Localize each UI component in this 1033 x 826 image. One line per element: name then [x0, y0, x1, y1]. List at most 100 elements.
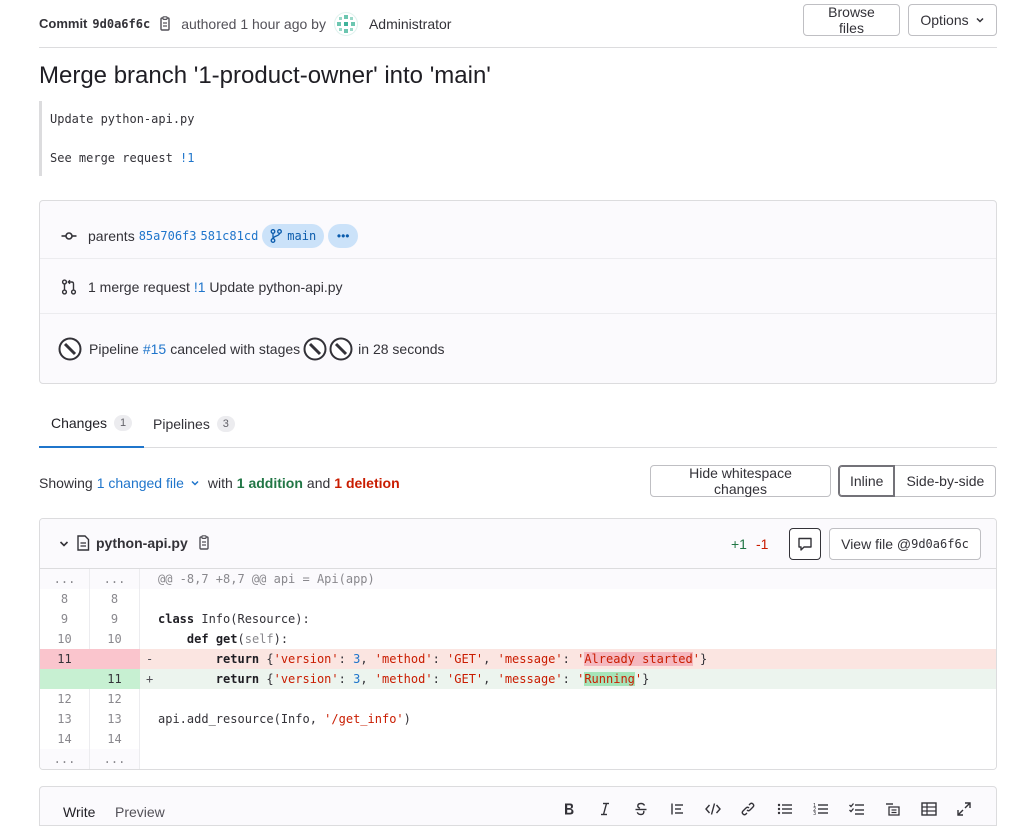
browse-files-button[interactable]: Browse files — [803, 4, 900, 36]
changed-files-dropdown[interactable]: 1 changed file — [97, 475, 200, 491]
bold-icon[interactable] — [562, 802, 576, 816]
stage-canceled-icon[interactable] — [303, 337, 327, 361]
side-by-side-button[interactable]: Side-by-side — [895, 465, 997, 497]
options-dropdown[interactable]: Options — [908, 4, 997, 36]
options-label: Options — [920, 12, 969, 28]
strikethrough-icon[interactable] — [634, 802, 648, 816]
line-number-old[interactable]: 10 — [40, 629, 90, 649]
fullscreen-icon[interactable] — [957, 802, 971, 816]
line-number-old[interactable]: 11 — [40, 649, 90, 669]
pipeline-duration: in 28 seconds — [358, 341, 445, 357]
code-line: return {'version': 3, 'method': 'GET', '… — [215, 652, 708, 666]
line-number-old[interactable]: 12 — [40, 689, 90, 709]
commit-icon — [58, 228, 80, 244]
heading-icon[interactable] — [670, 802, 684, 816]
tab-changes[interactable]: Changes 1 — [39, 400, 145, 448]
branch-pill[interactable]: main — [262, 223, 325, 248]
line-number-new[interactable]: 8 — [90, 589, 140, 609]
merge-request-link[interactable]: !1 — [180, 151, 194, 165]
parent-sha-link[interactable]: 581c81cd — [201, 229, 259, 243]
line-number-old[interactable]: 14 — [40, 729, 90, 749]
diff-hunk-header: ... ... @@ -8,7 +8,7 @@ api = Api(app) — [40, 569, 996, 589]
italic-icon[interactable] — [598, 802, 612, 816]
inline-view-button[interactable]: Inline — [838, 465, 896, 497]
branch-name: main — [287, 228, 317, 243]
chevron-down-icon[interactable] — [58, 537, 70, 553]
count-badge: 3 — [216, 416, 235, 432]
description-line: Update python-api.py — [50, 112, 195, 126]
tab-write[interactable]: Write — [63, 804, 95, 820]
line-number-new[interactable]: 12 — [90, 689, 140, 709]
chevron-down-icon — [191, 480, 199, 486]
line-number-new[interactable]: 10 — [90, 629, 140, 649]
tab-label: Pipelines — [153, 416, 210, 432]
commit-label: Commit — [39, 16, 88, 31]
merge-request-row: 1 merge request !1 Update python-api.py — [40, 260, 996, 314]
merge-request-title: Update python-api.py — [205, 278, 343, 295]
line-number-new[interactable]: ... — [90, 569, 140, 589]
collapsible-icon[interactable] — [885, 802, 901, 816]
commit-sha: 9d0a6f6c — [92, 16, 151, 31]
file-name[interactable]: python-api.py — [96, 535, 188, 551]
diff-view-toggle: Inline Side-by-side — [838, 465, 997, 497]
tab-pipelines[interactable]: Pipelines 3 — [141, 400, 247, 448]
file-deletions: -1 — [756, 536, 769, 552]
parent-sha-link[interactable]: 85a706f3 — [139, 229, 197, 243]
author-avatar[interactable] — [333, 11, 358, 36]
pipeline-status-text: canceled with stages — [170, 341, 301, 357]
comment-editor: Write Preview 123 — [39, 786, 997, 826]
view-file-button[interactable]: View file @9d0a6f6c — [829, 528, 981, 560]
deletions-count: 1 deletion — [334, 475, 400, 491]
merge-request-link[interactable]: !1 — [194, 279, 206, 295]
numbered-list-icon[interactable]: 123 — [813, 802, 829, 816]
hide-whitespace-button[interactable]: Hide whitespace changes — [650, 465, 831, 497]
line-number-new[interactable]: 13 — [90, 709, 140, 729]
diff-expand-row: ... ... — [40, 749, 996, 769]
merge-request-text: See merge request — [50, 151, 181, 165]
code-icon[interactable] — [705, 802, 721, 816]
tab-preview[interactable]: Preview — [115, 804, 165, 820]
pipeline-link[interactable]: #15 — [143, 341, 166, 357]
authored-text: authored 1 hour ago by — [181, 15, 326, 32]
line-number-new[interactable]: 11 — [90, 669, 140, 689]
diff-summary: Showing 1 changed file with 1 addition a… — [39, 475, 400, 491]
stage-canceled-icon[interactable] — [329, 337, 353, 361]
code-line: return {'version': 3, 'method': 'GET', '… — [215, 672, 650, 686]
line-number-old[interactable] — [40, 669, 90, 689]
canceled-status-icon[interactable] — [58, 337, 82, 361]
table-icon[interactable] — [921, 802, 937, 816]
line-number-old[interactable]: 9 — [40, 609, 90, 629]
task-list-icon[interactable] — [849, 802, 865, 816]
line-number-new[interactable]: ... — [90, 749, 140, 769]
line-number-old[interactable]: ... — [40, 749, 90, 769]
line-number-new[interactable] — [90, 649, 140, 669]
pipeline-row: Pipeline #15 canceled with stages in 28 … — [40, 315, 996, 383]
line-number-new[interactable]: 14 — [90, 729, 140, 749]
diff-line: 14 14 — [40, 729, 996, 749]
line-number-old[interactable]: 13 — [40, 709, 90, 729]
line-number-old[interactable]: ... — [40, 569, 90, 589]
diff-line-added: 11 + return {'version': 3, 'method': 'GE… — [40, 669, 996, 689]
parents-row: parents 85a706f3 581c81cd main ••• — [40, 213, 996, 259]
pipeline-label: Pipeline — [89, 341, 139, 357]
count-badge: 1 — [114, 415, 133, 431]
bullet-list-icon[interactable] — [777, 802, 793, 816]
with-text: with — [207, 475, 233, 491]
branch-icon — [270, 228, 283, 243]
diff-line: 12 12 — [40, 689, 996, 709]
code-line: class Info(Resource): — [158, 612, 310, 626]
copy-icon[interactable] — [197, 535, 211, 554]
line-number-new[interactable]: 9 — [90, 609, 140, 629]
comment-button[interactable] — [789, 528, 821, 560]
more-refs-button[interactable]: ••• — [328, 223, 359, 248]
author-name[interactable]: Administrator — [369, 16, 451, 32]
file-additions: +1 — [731, 536, 747, 552]
and-text: and — [306, 475, 331, 491]
file-icon — [76, 535, 90, 554]
showing-text: Showing — [39, 475, 93, 491]
line-number-old[interactable]: 8 — [40, 589, 90, 609]
copy-icon[interactable] — [158, 15, 172, 32]
view-file-label: View file @ — [841, 536, 912, 552]
link-icon[interactable] — [741, 802, 755, 816]
